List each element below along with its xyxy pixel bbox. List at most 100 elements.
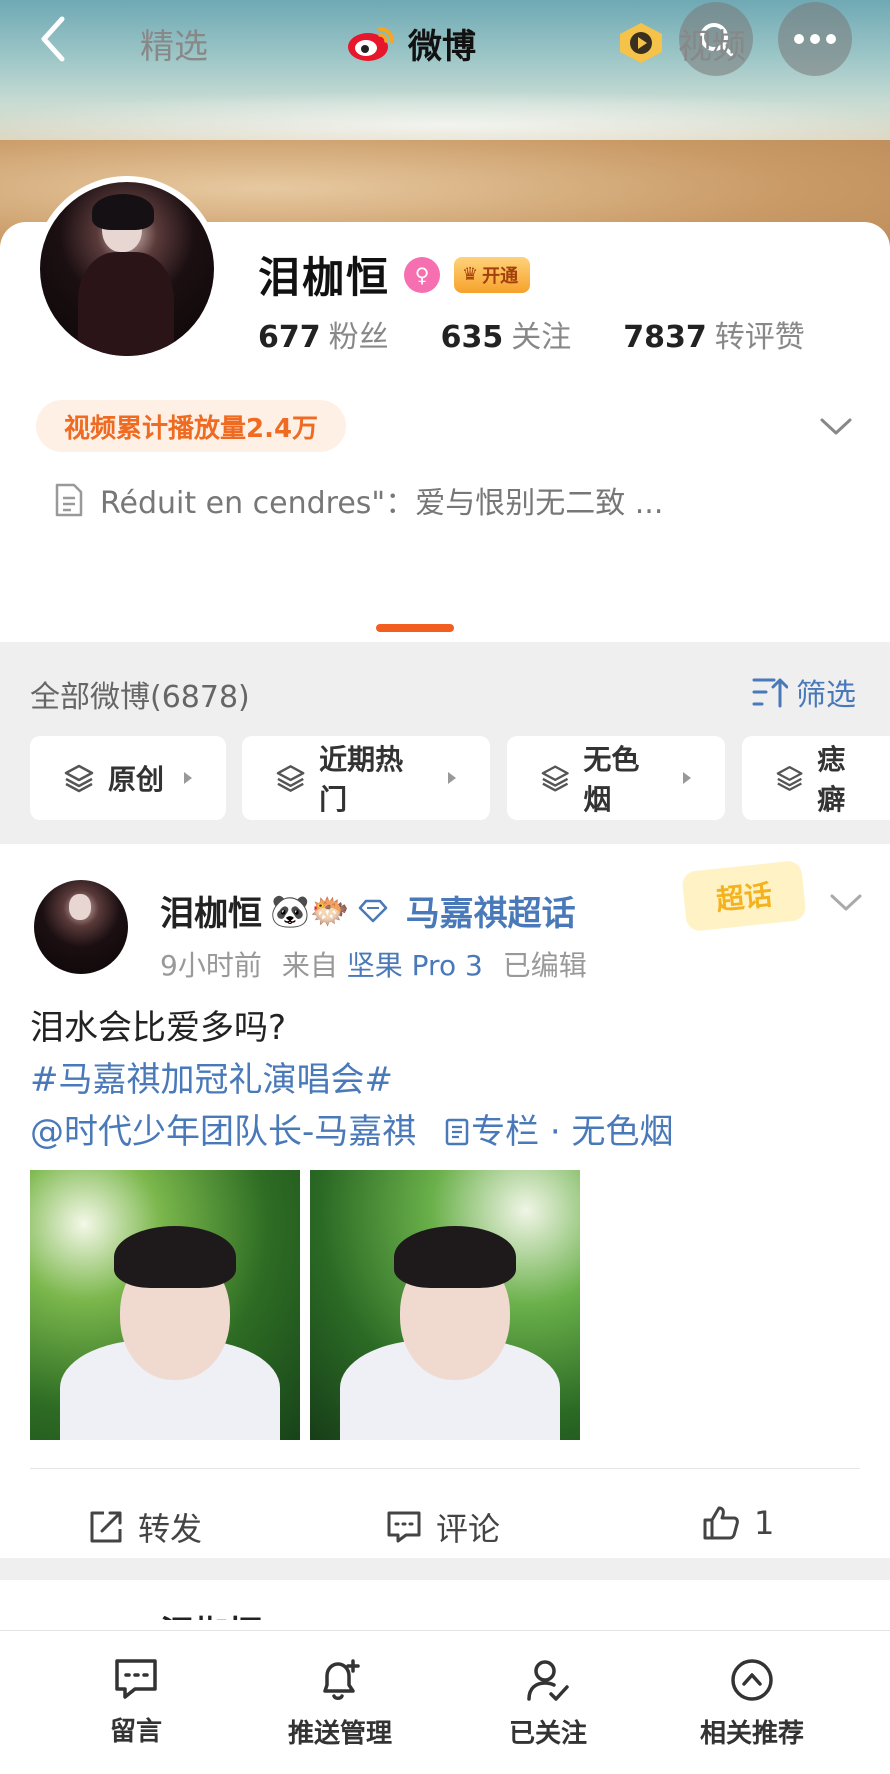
stat-following[interactable]: 635 关注 [441,312,572,356]
stat-interactions-num: 7837 [623,320,707,355]
related-recommend-label: 相关推荐 [699,1719,804,1749]
layers-icon [541,765,569,792]
bio-text: Réduit en cendres"：爱与恨别无二致 ... [100,486,664,521]
filter-area: 全部微博(6878) 筛选 原创 近期热门 无色烟 痣癖 [0,642,890,844]
push-settings-label: 推送管理 [287,1719,392,1749]
image-1-hair [114,1226,236,1288]
post-source[interactable]: 坚果 Pro 3 [347,949,483,982]
video-icon [620,23,662,63]
post-header: 泪枷恒 🐼🐡 马嘉祺超话 [160,886,576,935]
post-from-label: 来自 [281,949,338,982]
chip-mole-fetish[interactable]: 痣癖 [742,736,890,820]
filter-sort-icon [752,678,788,708]
vip-badge[interactable]: ♛ 开通 [454,256,531,293]
user-check-icon [527,1660,569,1701]
tab-weibo-label: 微博 [408,26,476,67]
followed-button[interactable]: 已关注 [448,1657,648,1750]
chip-colorless-smoke[interactable]: 无色烟 [507,736,725,820]
profile-bio[interactable]: Réduit en cendres"：爱与恨别无二致 ... [54,478,663,522]
layers-icon [776,765,803,791]
post-column-label: 专栏 · 无色烟 [471,1112,674,1152]
chip-original-label: 原创 [108,763,165,796]
repost-button[interactable]: 转发 [88,1504,202,1550]
avatar-body [78,252,174,356]
post-body: 泪水会比爱多吗? #马嘉祺加冠礼演唱会# @时代少年团队长-马嘉祺 专栏 · 无… [30,1002,674,1158]
post-column-link[interactable]: 专栏 · 无色烟 [445,1112,674,1152]
push-settings-button[interactable]: 推送管理 [240,1657,440,1750]
post-link-row: @时代少年团队长-马嘉祺 专栏 · 无色烟 [30,1106,674,1158]
message-button[interactable]: 留言 [36,1657,236,1748]
profile-name-row: 泪枷恒 ♀ ♛ 开通 [258,244,531,305]
followed-label: 已关注 [508,1719,587,1749]
column-doc-icon [445,1118,469,1146]
post-author-name[interactable]: 泪枷恒 [160,886,262,935]
profile-name: 泪枷恒 [258,253,391,302]
caret-right-icon [683,772,691,784]
post-meta: 9小时前 来自 坚果 Pro 3 已编辑 [160,944,587,984]
post-avatar[interactable] [34,880,128,974]
all-posts-count: 全部微博(6878) [30,680,250,715]
more-button[interactable] [778,2,852,76]
repost-label: 转发 [138,1510,203,1548]
like-button[interactable]: 1 [702,1504,774,1542]
like-count: 1 [754,1504,775,1542]
filter-button[interactable]: 筛选 [752,670,856,714]
message-label: 留言 [109,1717,162,1747]
thumbs-up-icon [703,1506,739,1540]
chip-recent-hot[interactable]: 近期热门 [242,736,490,820]
filter-button-label: 筛选 [796,678,856,713]
post-avatar-face [69,894,91,920]
female-icon: ♀ [404,256,441,293]
stat-following-label: 关注 [511,320,572,355]
post-card: 泪枷恒 🐼🐡 马嘉祺超话 超话 9小时前 来自 坚果 Pro 3 已编辑 泪水会… [0,844,890,1558]
caret-right-icon [184,772,192,784]
post-source-wrap: 来自 坚果 Pro 3 [282,944,483,984]
related-recommend-button[interactable]: 相关推荐 [652,1657,852,1750]
profile-avatar[interactable] [34,176,220,362]
stat-followers-num: 677 [258,320,321,355]
next-post-peek[interactable]: 泪枷恒 [0,1580,890,1620]
chevron-down-icon[interactable] [816,406,856,446]
stat-followers[interactable]: 677 粉丝 [258,312,389,356]
layers-icon [276,765,305,792]
post-topic-link[interactable]: 马嘉祺超话 [406,886,576,935]
more-dots-icon [794,34,836,44]
comment-button[interactable]: 评论 [386,1504,500,1550]
chevron-down-icon[interactable] [826,882,866,922]
back-arrow-icon [41,16,65,62]
tab-featured[interactable]: 精选 [140,0,208,86]
comment-icon [387,1511,421,1543]
post-mention[interactable]: @时代少年团队长-马嘉祺 [30,1112,416,1152]
post-hashtag[interactable]: #马嘉祺加冠礼演唱会# [30,1054,674,1106]
post-text-line: 泪水会比爱多吗? [30,1008,287,1048]
active-tab-indicator [376,624,454,632]
post-image-2[interactable] [310,1170,580,1440]
comment-label: 评论 [436,1510,501,1548]
avatar-hair [92,194,154,230]
stat-interactions[interactable]: 7837 转评赞 [623,312,805,356]
up-circle-icon [731,1659,773,1701]
caret-right-icon [448,772,456,784]
back-button[interactable] [28,14,78,64]
post-image-1[interactable] [30,1170,300,1440]
message-icon [115,1659,157,1699]
repost-icon [90,1511,122,1543]
chip-mole-fetish-label: 痣癖 [817,743,846,816]
post-edited[interactable]: 已编辑 [503,944,587,984]
chaohua-badge[interactable]: 超话 [681,859,807,933]
chip-recent-hot-label: 近期热门 [319,743,404,816]
chip-colorless-smoke-label: 无色烟 [583,743,640,816]
avatar-image [40,182,214,356]
post-separator [0,1558,890,1580]
post-author-emojis: 🐼🐡 [270,891,350,930]
chip-original[interactable]: 原创 [30,736,226,820]
video-play-count-pill[interactable]: 视频累计播放量2.4万 [36,400,347,452]
bottom-action-bar: 留言 推送管理 已关注 相关推荐 [0,1630,890,1774]
vip-badge-label: 开通 [482,265,519,287]
tab-featured-label: 精选 [140,26,208,67]
tab-video[interactable]: 视频 [616,0,746,86]
tab-video-label: 视频 [678,26,746,67]
bell-plus-icon [323,1659,360,1700]
diamond-icon [358,899,387,922]
tab-weibo[interactable]: 微博 [346,0,476,86]
